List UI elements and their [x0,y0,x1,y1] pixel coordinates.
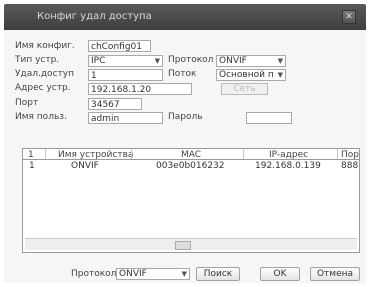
row-ip: 192.168.0.139 [255,161,321,171]
password-label: Пароль [168,112,203,122]
row-num: 1 [29,161,35,171]
chevron-down-icon: ▼ [277,71,283,79]
username-input[interactable]: admin [88,112,163,124]
stream-value: Основной п [219,70,274,80]
device-type-value: IPC [91,56,106,66]
footer-protocol-select[interactable]: ONVIF ▼ [116,268,190,280]
column-divider [243,149,244,159]
ok-button[interactable]: OK [260,267,300,281]
username-label: Имя польз. [15,112,67,122]
row-mac: 003e0b016232 [156,161,225,171]
column-divider [45,149,46,159]
password-input[interactable] [246,112,292,124]
footer-protocol-value: ONVIF [119,269,147,279]
scrollbar-thumb[interactable] [175,241,191,250]
column-divider [131,149,132,159]
window-title: Конфиг удал доступа [37,11,152,22]
stream-label: Поток [168,69,197,79]
stream-select[interactable]: Основной п ▼ [216,69,286,81]
remote-access-input[interactable]: 1 [88,69,163,81]
protocol-value: ONVIF [219,56,247,66]
device-table[interactable]: 1 Имя устройства MAC IP-адрес Пор 1 ONVI… [22,148,360,253]
column-divider [337,149,338,159]
chevron-down-icon: ▼ [154,57,160,65]
cancel-button[interactable]: Отмена [310,267,360,281]
protocol-select[interactable]: ONVIF ▼ [216,55,286,67]
protocol-label: Протокол [168,55,214,65]
device-type-select[interactable]: IPC ▼ [88,55,163,67]
config-name-input[interactable]: chConfig01 [88,40,151,52]
footer-protocol-label: Протокол [71,269,117,279]
device-address-label: Адрес устр. [15,83,71,93]
remote-access-label: Удал.доступ [15,69,74,79]
network-button[interactable]: Сеть [221,83,268,95]
port-label: Порт [15,98,39,108]
horizontal-scrollbar[interactable] [25,238,357,250]
search-button[interactable]: Поиск [196,267,240,281]
config-name-label: Имя конфиг. [15,41,75,51]
header-divider [23,159,359,160]
device-type-label: Тип устр. [15,55,60,65]
row-device-name: ONVIF [71,161,99,171]
chevron-down-icon: ▼ [277,57,283,65]
row-port: 888 [341,161,359,171]
device-address-input[interactable]: 192.168.1.20 [88,83,192,95]
close-icon[interactable]: ✕ [342,10,356,24]
title-bar: Конфиг удал доступа ✕ [4,4,366,30]
chevron-down-icon: ▼ [181,270,187,278]
port-input[interactable]: 34567 [88,98,142,110]
